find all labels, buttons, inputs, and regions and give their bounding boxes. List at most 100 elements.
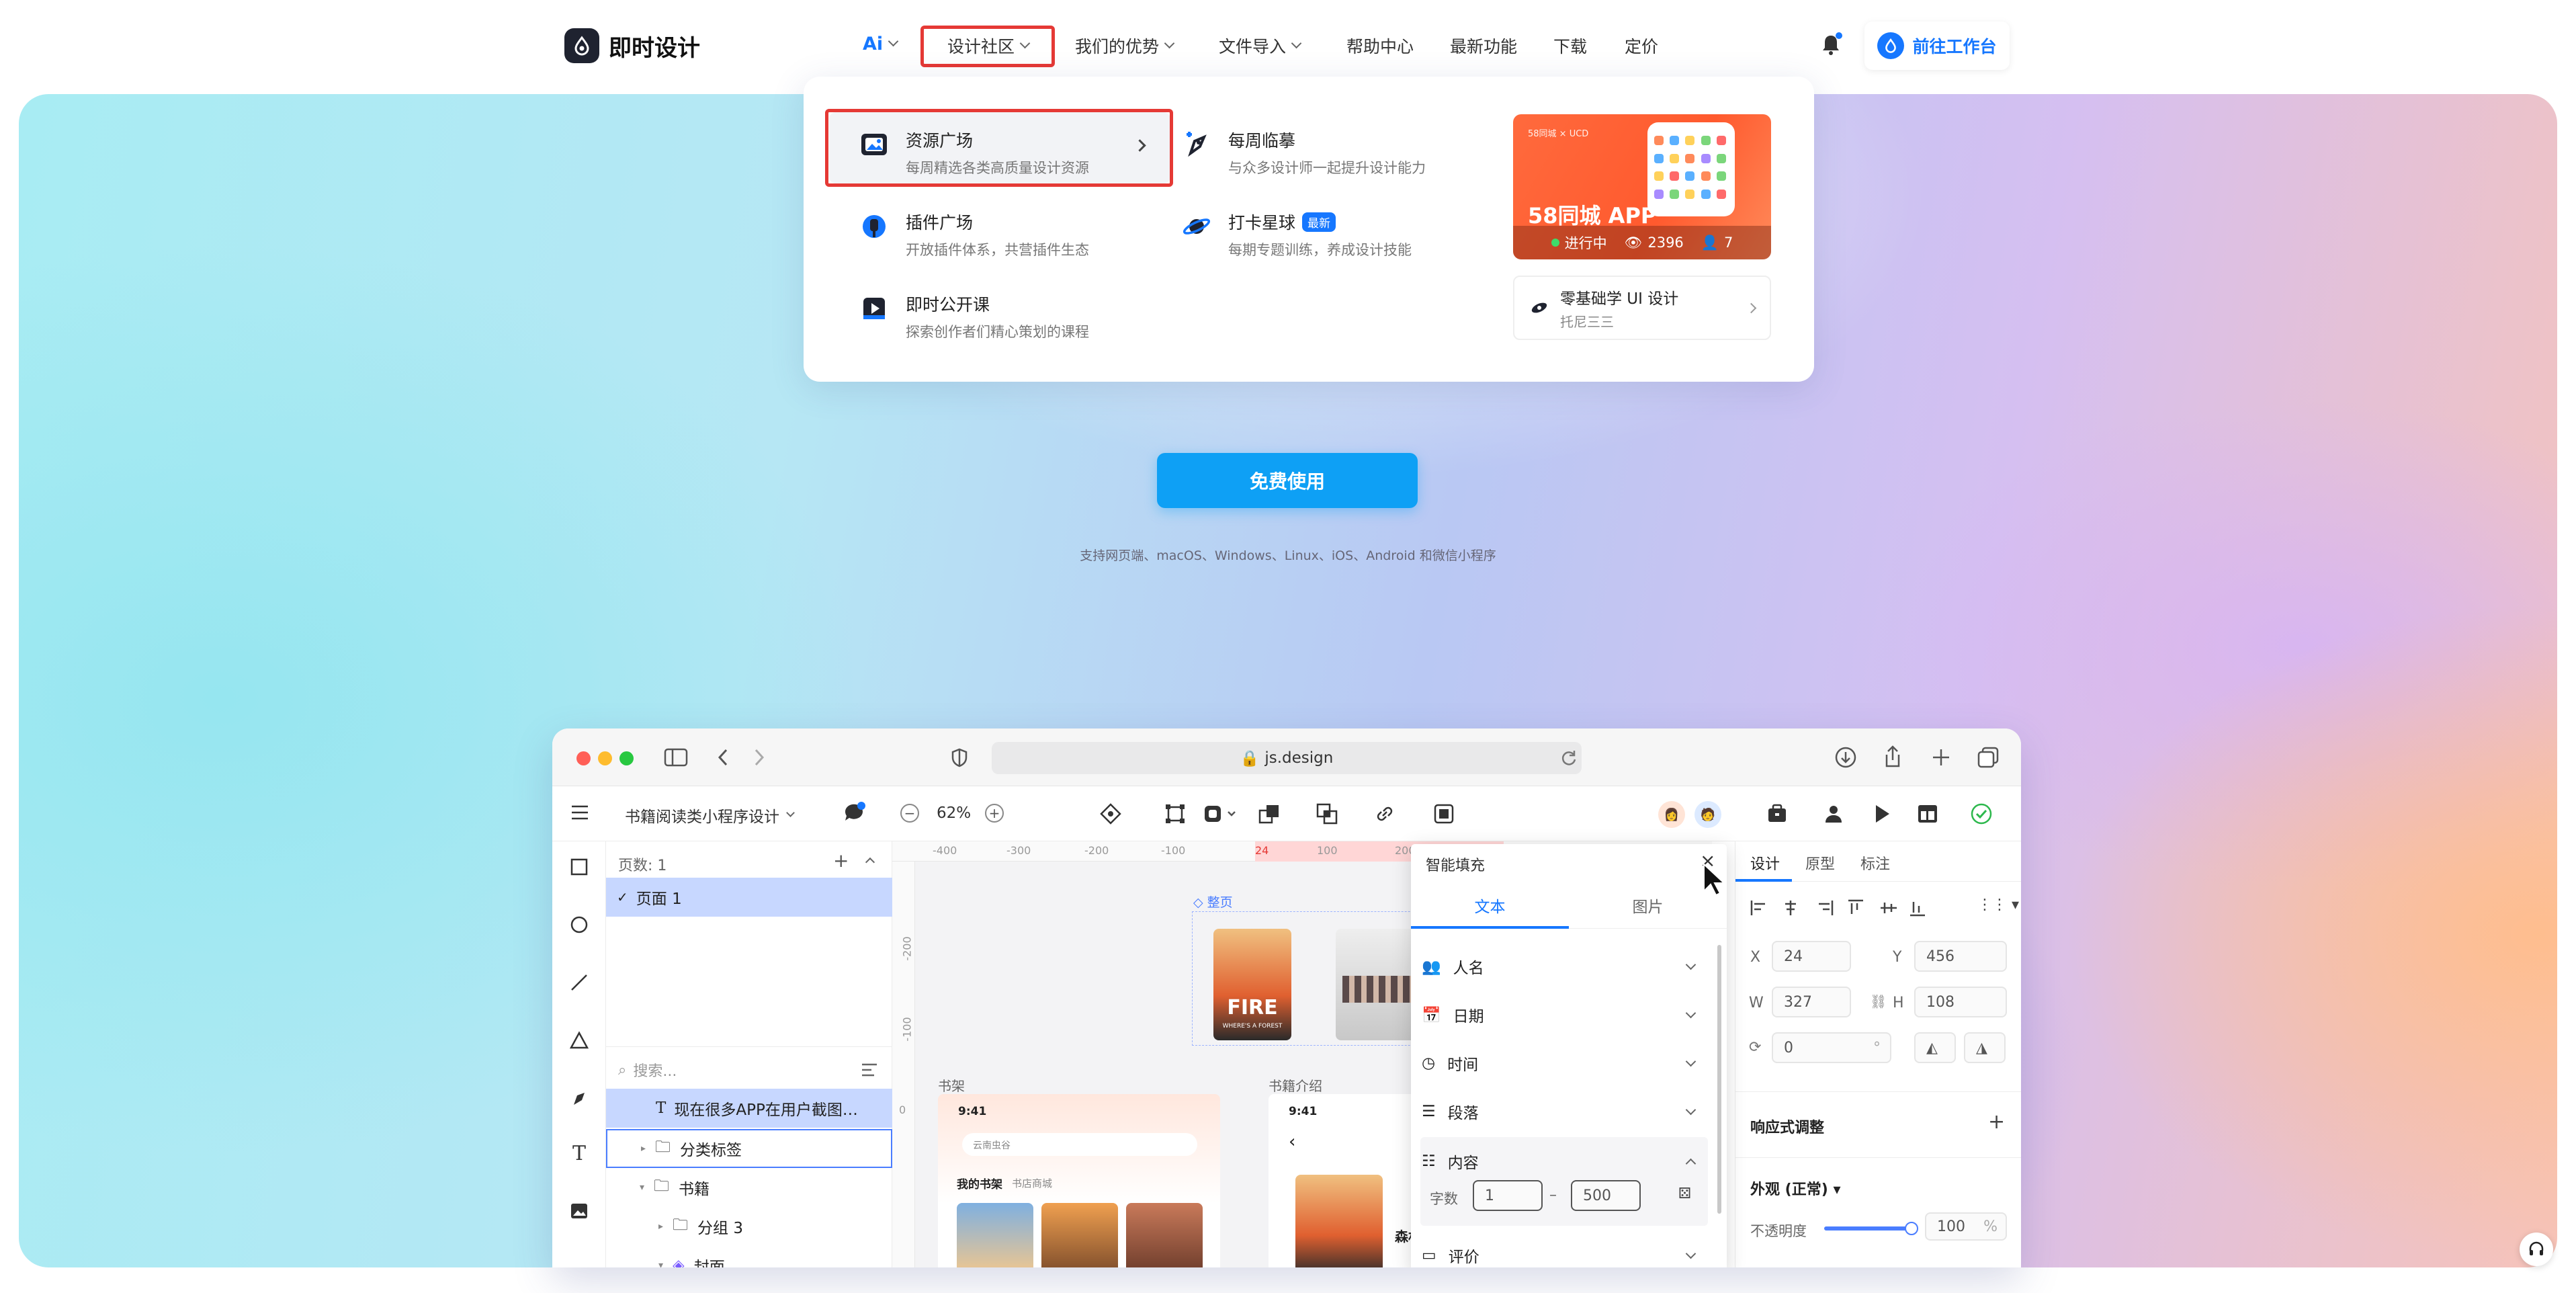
mask-dropdown-icon[interactable] [1203,802,1238,825]
min-count-field[interactable]: 1 [1473,1180,1543,1211]
triangle-tool-icon[interactable] [568,1030,590,1051]
play-icon[interactable] [1872,802,1892,825]
appearance-dropdown[interactable]: 外观 (正常) ▾ [1750,1177,1840,1199]
file-name-dropdown[interactable]: 书籍阅读类小程序设计 [625,804,795,827]
flip-vertical-button[interactable]: ◮ [1964,1032,2006,1063]
share-users-icon[interactable] [1823,802,1846,825]
layer-row[interactable]: ▸ 🗀 分类标签 [606,1129,892,1168]
intersect-icon[interactable] [1316,802,1338,825]
nav-advantages[interactable]: 我们的优势 [1075,34,1175,58]
dice-icon[interactable]: ⚄ [1678,1185,1691,1202]
comment-icon[interactable] [843,801,867,824]
add-responsive-icon[interactable]: + [1988,1110,2005,1134]
tab-text[interactable]: 文本 [1411,882,1569,929]
filter-icon[interactable] [860,1062,879,1078]
layer-row[interactable]: T 现在很多APP在用户截图时... [606,1089,892,1128]
frame-label[interactable]: ◇ 整页 [1193,892,1233,911]
ellipse-tool-icon[interactable] [568,914,590,935]
nav-import[interactable]: 文件导入 [1219,34,1302,58]
layer-search-input[interactable]: ⌕ 搜索... [618,1059,677,1081]
layer-row[interactable]: ▸ 🗀 分组 3 [606,1207,892,1246]
fill-row-time[interactable]: ◷ 时间 [1422,1042,1704,1085]
menu-icon[interactable] [570,804,590,821]
add-page-icon[interactable]: + [833,849,849,872]
fill-row-review[interactable]: ▭ 评价 [1422,1234,1704,1267]
rectangle-tool-icon[interactable] [568,856,590,878]
shield-icon[interactable] [950,747,969,767]
menu-item-course[interactable]: 即时公开课 探索创作者们精心策划的课程 [857,292,1089,341]
promo-card[interactable]: 58同城 × UCD 58同城 APP 进行中 👁 2396 👤 7 [1513,114,1771,259]
brand-logo[interactable]: 即时设计 [564,28,700,63]
menu-item-plugins[interactable]: 插件广场 开放插件体系，共营插件生态 [857,210,1089,259]
component-icon[interactable] [1099,802,1122,825]
collapse-icon[interactable] [865,857,875,868]
link-icon[interactable] [1373,802,1396,825]
text-tool-icon[interactable]: T [568,1142,590,1165]
close-window-button[interactable] [576,751,591,765]
course-card[interactable]: 零基础学 UI 设计 托尼三三 [1513,276,1771,340]
shelf-screen[interactable]: 9:41 云南虫谷 我的书架 书店商城 [938,1094,1220,1267]
opacity-slider-knob[interactable] [1905,1222,1918,1235]
x-field[interactable]: 24 [1772,941,1851,972]
menu-item-planet[interactable]: 打卡星球 最新 每期专题训练，养成设计技能 [1180,210,1412,259]
workbench-button[interactable]: 前往工作台 [1864,22,2010,70]
fill-row-content[interactable]: ☷ 内容 [1422,1140,1704,1183]
nav-features[interactable]: 最新功能 [1450,34,1517,58]
plugin-box-icon[interactable] [1766,802,1789,825]
download-icon[interactable] [1834,746,1857,769]
nav-ai[interactable]: Ai [863,34,899,54]
fill-row-paragraph[interactable]: ☰ 段落 [1422,1090,1704,1133]
page-item[interactable]: ✓ 页面 1 [606,878,892,917]
menu-item-resource[interactable]: 资源广场 每周精选各类高质量设计资源 [857,128,1089,177]
forward-icon[interactable] [753,747,766,767]
new-tab-icon[interactable] [1931,747,1951,767]
frame-select-icon[interactable] [1164,802,1187,825]
nav-download[interactable]: 下载 [1553,34,1587,58]
nav-help[interactable]: 帮助中心 [1346,34,1414,58]
free-use-button[interactable]: 免费使用 [1157,453,1418,508]
layer-row[interactable]: ▾ ◈ 封面 [606,1246,892,1267]
fill-row-name[interactable]: 👥 人名 [1422,945,1704,988]
tab-design[interactable]: 设计 [1750,852,1780,874]
reload-icon[interactable] [1560,749,1578,767]
photo-card[interactable] [1336,929,1423,1040]
pen-tool-icon[interactable] [568,1087,590,1109]
share-icon[interactable] [1883,745,1903,769]
url-bar[interactable]: 🔒 js.design [992,742,1582,774]
tab-image[interactable]: 图片 [1569,882,1727,929]
y-field[interactable]: 456 [1914,941,2007,972]
boolean-icon[interactable] [1258,802,1281,825]
h-field[interactable]: 108 [1914,987,2007,1017]
opacity-field[interactable]: 100% [1925,1212,2007,1241]
w-field[interactable]: 327 [1772,987,1851,1017]
tab-annotate[interactable]: 标注 [1860,852,1890,874]
layout-icon[interactable] [1916,802,1939,825]
tab-prototype[interactable]: 原型 [1805,852,1835,874]
lock-ratio-icon[interactable]: ⛓ [1870,993,1887,1009]
zoom-in-icon[interactable]: + [985,804,1004,823]
nav-pricing[interactable]: 定价 [1625,34,1658,58]
fill-row-date[interactable]: 📅 日期 [1422,993,1704,1036]
image-tool-icon[interactable] [568,1200,590,1222]
menu-item-weekly[interactable]: 每周临摹 与众多设计师一起提升设计能力 [1180,128,1426,177]
crop-icon[interactable] [1432,802,1455,825]
align-icons[interactable] [1749,898,1937,918]
nav-community[interactable]: 设计社区 [947,34,1031,58]
opacity-slider[interactable] [1824,1222,1918,1235]
book-cover[interactable]: FIRE WHERE'S A FOREST [1213,929,1291,1040]
scrollbar[interactable] [1717,945,1721,1214]
flip-horizontal-button[interactable]: ◭ [1914,1032,1956,1063]
tabs-overview-icon[interactable] [1977,746,2000,769]
rotation-field[interactable]: 0 ° [1772,1032,1891,1063]
layer-row[interactable]: ▾ 🗀 书籍 [606,1168,892,1207]
avatar[interactable]: 🧑 [1694,801,1721,828]
zoom-out-icon[interactable]: − [900,804,919,823]
avatar[interactable]: 👩 [1658,801,1685,828]
help-headset-button[interactable] [2520,1233,2553,1266]
maximize-window-button[interactable] [619,751,634,765]
distribute-icon[interactable]: ⋮⋮ ▾ [1977,896,2019,913]
sidebar-toggle-icon[interactable] [664,747,688,767]
minimize-window-button[interactable] [598,751,612,765]
line-tool-icon[interactable] [568,972,590,993]
zoom-level[interactable]: 62% [937,804,971,822]
